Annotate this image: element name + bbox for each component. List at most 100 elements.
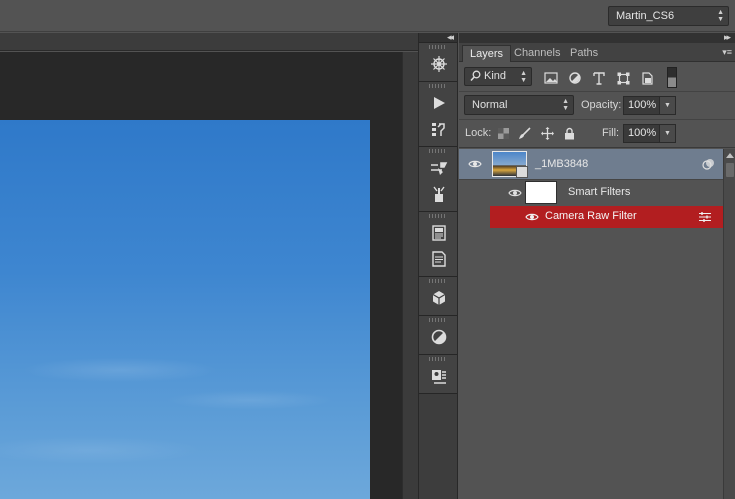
dock-group-actions-history <box>419 82 457 147</box>
lock-image-pixels-button[interactable] <box>517 126 531 140</box>
chevron-down-icon: ▼ <box>664 102 671 109</box>
panel-header: ▸▸ <box>459 32 735 43</box>
grip-handle[interactable] <box>429 279 447 283</box>
brush-presets-icon <box>431 162 448 175</box>
history-icon <box>432 123 445 136</box>
actions-button[interactable] <box>419 90 459 116</box>
tab-paths[interactable]: Paths <box>563 45 605 62</box>
fill-slider-button[interactable]: ▼ <box>660 124 676 143</box>
opacity-label: Opacity: <box>581 99 622 111</box>
updown-arrows-icon: ▲ ▼ <box>562 98 569 112</box>
filter-smart-objects-button[interactable] <box>639 70 655 86</box>
expand-right-icon[interactable]: ▸▸ <box>724 32 731 43</box>
document-vertical-scrollbar[interactable] <box>402 52 418 499</box>
grip-handle[interactable] <box>429 357 447 361</box>
lock-label: Lock: <box>465 127 492 139</box>
type-icon <box>593 71 605 85</box>
dock-group-navigator <box>419 43 457 82</box>
brush-presets-button[interactable] <box>419 155 459 181</box>
paragraph-styles-icon <box>432 225 446 241</box>
filter-adjustment-layers-button[interactable] <box>567 70 583 86</box>
properties-icon <box>432 370 446 384</box>
filter-kind-select[interactable]: Kind ▲ ▼ <box>464 67 532 86</box>
filter-toggle-switch[interactable] <box>667 67 677 88</box>
grip-handle[interactable] <box>429 84 447 88</box>
scroll-thumb[interactable] <box>726 163 734 177</box>
visibility-eye-icon[interactable] <box>525 212 539 222</box>
image-icon <box>544 72 558 84</box>
tab-channels[interactable]: Channels <box>507 45 567 62</box>
filter-kind-label: Kind <box>484 70 507 82</box>
3d-button[interactable] <box>419 285 459 311</box>
dock-group-3d <box>419 277 457 316</box>
smart-filters-label: Smart Filters <box>568 186 631 198</box>
chevron-down-icon: ▼ <box>664 130 671 137</box>
tab-layers[interactable]: Layers <box>462 45 512 62</box>
lock-icon <box>564 127 574 139</box>
shape-icon <box>617 72 629 84</box>
grip-handle[interactable] <box>429 45 447 49</box>
collapse-left-icon[interactable]: ◂◂ <box>447 32 454 43</box>
smart-filter-mask-thumbnail[interactable] <box>525 181 557 204</box>
brush-icon <box>518 126 531 139</box>
lock-position-button[interactable] <box>540 126 554 140</box>
blend-mode-select[interactable]: Normal ▲ ▼ <box>464 95 574 115</box>
opacity-input[interactable]: 100% <box>623 96 660 115</box>
updown-arrows-icon: ▲ ▼ <box>717 9 724 23</box>
layers-scrollbar[interactable] <box>723 149 735 499</box>
layer-name: _1MB3848 <box>535 158 589 170</box>
lock-transparent-pixels-button[interactable] <box>496 126 510 140</box>
dock-group-adjustments <box>419 316 457 355</box>
filter-blending-options-icon[interactable] <box>699 212 711 222</box>
smart-filters-row[interactable]: Smart Filters <box>459 180 723 206</box>
visibility-eye-icon[interactable] <box>508 188 522 198</box>
character-styles-icon <box>432 251 446 267</box>
layers-panel: ▸▸ Layers Channels Paths ▾≡ Kind ▲ ▼ Nor… <box>459 32 735 499</box>
layer-thumbnail <box>492 151 528 178</box>
move-arrows-icon <box>540 126 554 140</box>
search-icon <box>470 70 481 82</box>
fill-input[interactable]: 100% <box>623 124 660 143</box>
filter-shape-layers-button[interactable] <box>615 70 631 86</box>
lock-fill-row: Lock: Fill: 100% ▼ <box>459 120 735 148</box>
document-tab-strip <box>0 33 418 51</box>
filter-pixel-layers-button[interactable] <box>543 70 559 86</box>
layers-list: _1MB3848 Smart Filters Camera Raw Filter <box>459 149 723 499</box>
opacity-slider-button[interactable]: ▼ <box>660 96 676 115</box>
paragraph-styles-button[interactable] <box>419 220 459 246</box>
clone-source-button[interactable] <box>419 181 459 207</box>
character-styles-button[interactable] <box>419 246 459 272</box>
fill-label: Fill: <box>602 127 620 139</box>
navigator-icon <box>431 56 447 72</box>
smart-object-badge-icon <box>516 166 528 178</box>
blend-mode-value: Normal <box>472 99 508 111</box>
properties-button[interactable] <box>419 363 459 389</box>
grip-handle[interactable] <box>429 149 447 153</box>
document-image-sky[interactable] <box>0 120 370 499</box>
application-bar: Martin_CS6 ▲ ▼ <box>0 0 735 32</box>
lock-all-button[interactable] <box>562 126 576 140</box>
adjustments-button[interactable] <box>419 324 459 350</box>
visibility-eye-icon[interactable] <box>468 159 482 169</box>
smart-object-icon <box>642 71 653 85</box>
dock-group-styles <box>419 212 457 277</box>
layer-row-smart-object[interactable]: _1MB3848 <box>459 149 723 180</box>
adjustments-icon <box>431 329 447 345</box>
grip-handle[interactable] <box>429 318 447 322</box>
workspace-name: Martin_CS6 <box>616 10 675 22</box>
workspace-switcher[interactable]: Martin_CS6 ▲ ▼ <box>608 6 729 26</box>
panel-menu-icon[interactable]: ▾≡ <box>722 47 732 58</box>
panel-tab-bar: Layers Channels Paths ▾≡ <box>459 43 735 62</box>
smart-filter-indicator-icon[interactable] <box>702 158 715 170</box>
history-button[interactable] <box>419 116 459 142</box>
clone-source-icon <box>433 186 445 202</box>
filter-type-layers-button[interactable] <box>591 70 607 86</box>
actions-play-icon <box>434 97 445 109</box>
grip-handle[interactable] <box>429 214 447 218</box>
scroll-up-arrow-icon[interactable] <box>726 153 734 158</box>
updown-arrows-icon: ▲ ▼ <box>520 70 527 84</box>
transparency-checker-icon <box>497 127 509 139</box>
navigator-button[interactable] <box>419 51 459 77</box>
filter-row-camera-raw[interactable]: Camera Raw Filter <box>490 206 723 228</box>
dock-header: ◂◂ <box>419 32 457 43</box>
